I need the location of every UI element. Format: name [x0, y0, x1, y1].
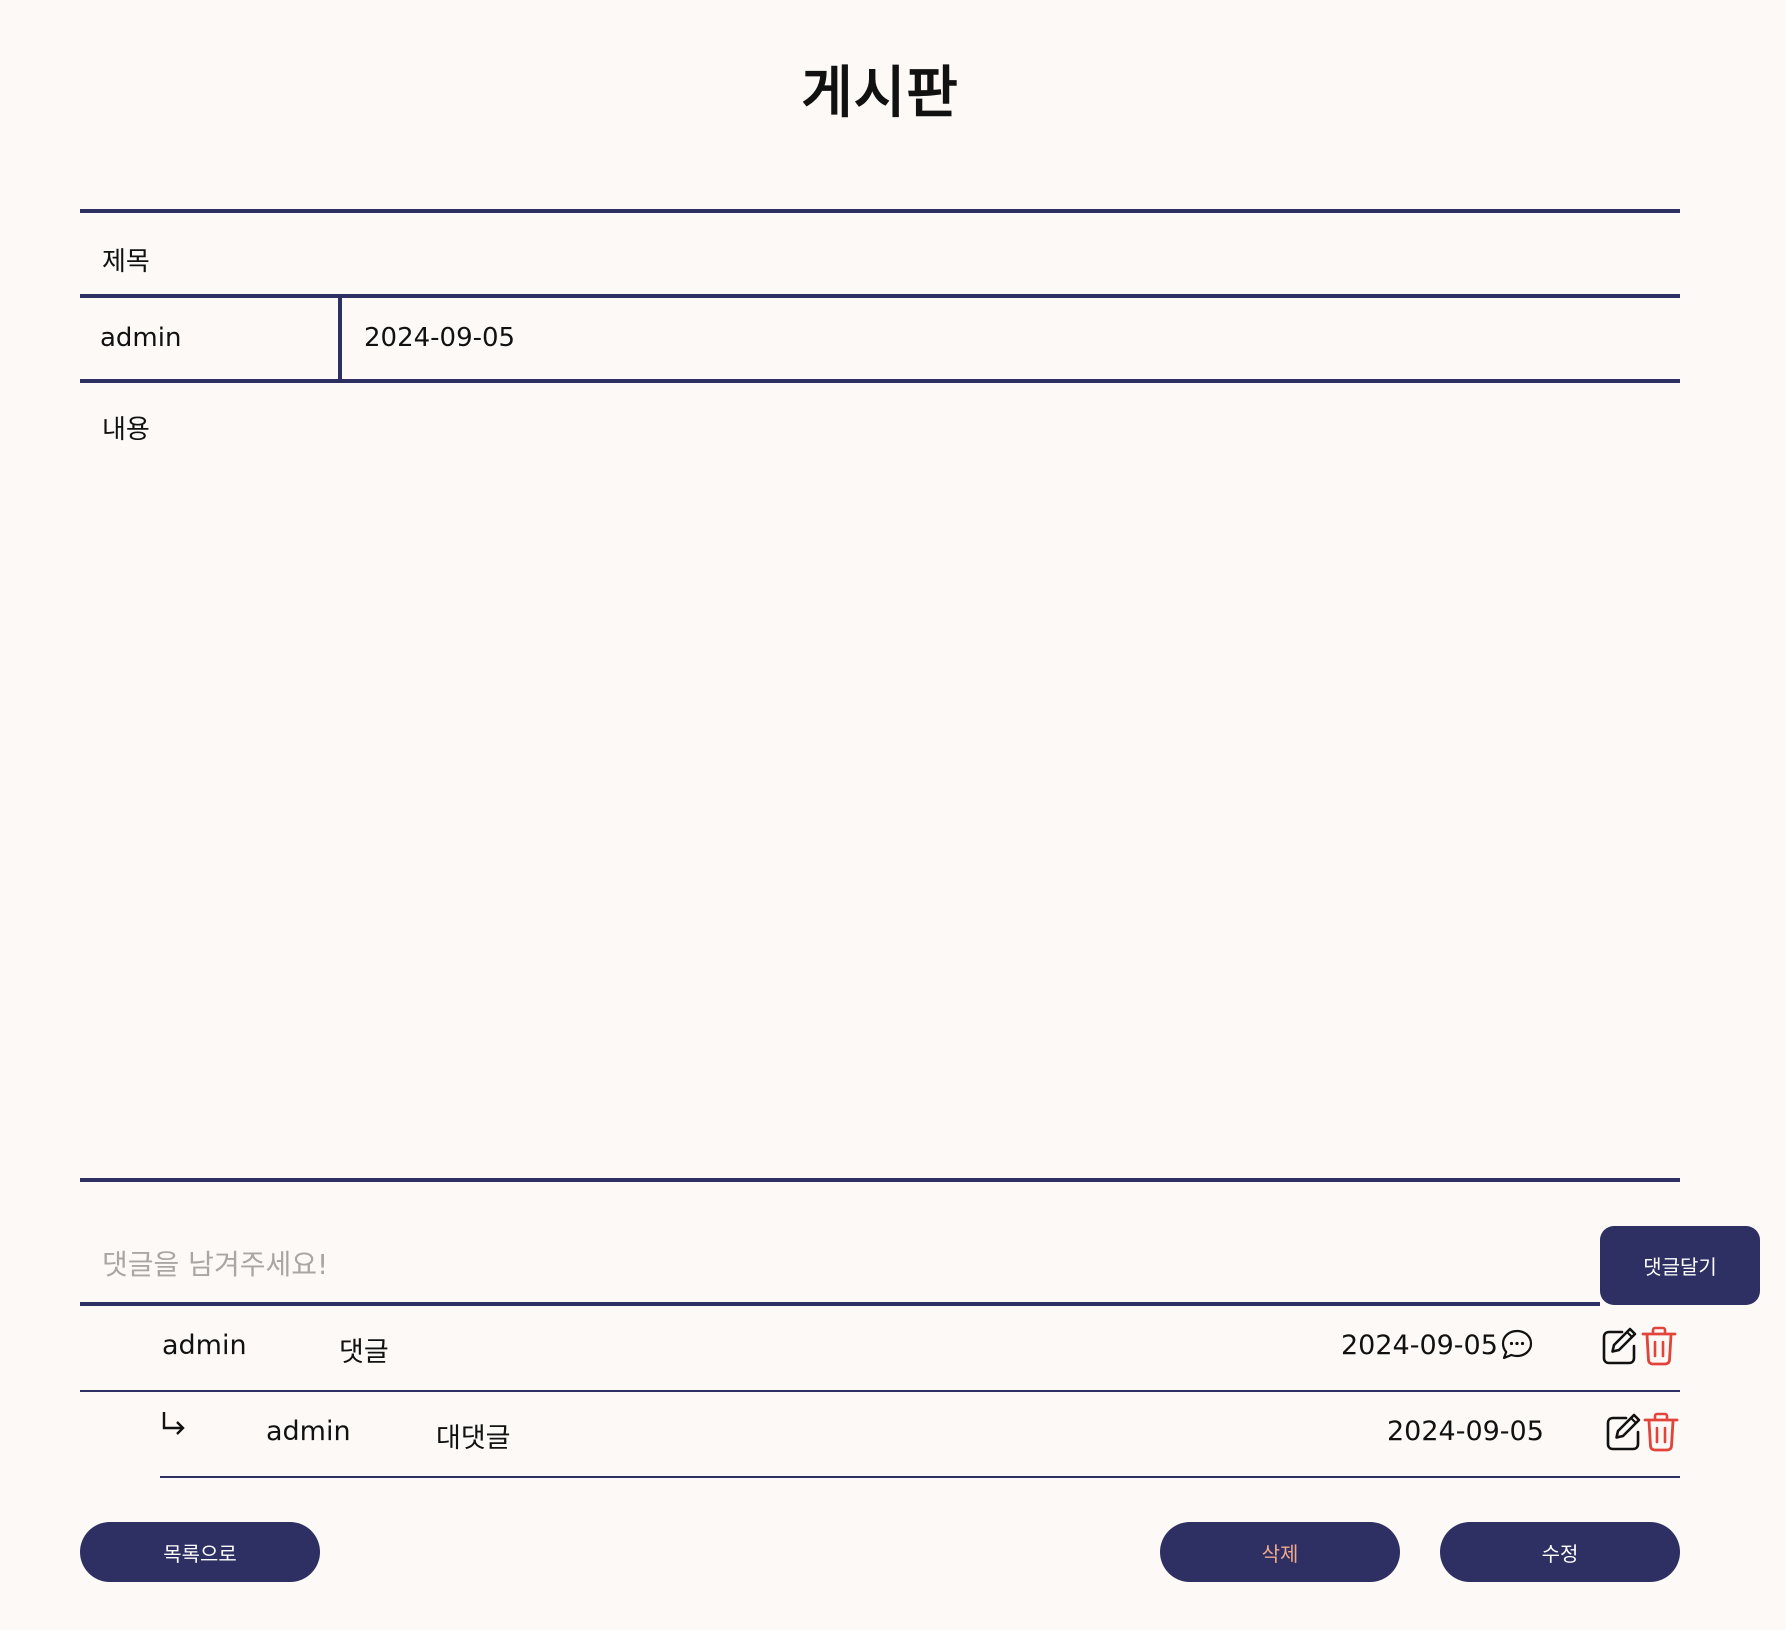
comment-submit-button[interactable]: 댓글달기 [1600, 1226, 1760, 1305]
page-title: 게시판 [801, 61, 959, 126]
comment-input[interactable] [80, 1226, 1600, 1306]
delete-button[interactable]: 삭제 [1160, 1522, 1400, 1582]
post-date: 2024-09-05 [364, 323, 516, 353]
edit-icon[interactable] [1604, 1412, 1642, 1452]
edit-icon[interactable] [1600, 1326, 1638, 1366]
comment-author: admin [162, 1330, 247, 1361]
trash-icon[interactable] [1640, 1326, 1678, 1366]
post-detail: 제목 admin 2024-09-05 내용 [80, 209, 1680, 1182]
post-meta-row: admin 2024-09-05 [80, 294, 1680, 379]
comment-text: 댓글 [339, 1337, 389, 1368]
post-content: 내용 [102, 415, 150, 445]
reply-arrow-icon [160, 1410, 188, 1440]
chat-bubble-icon[interactable] [1500, 1328, 1534, 1362]
post-content-row: 내용 [80, 379, 1680, 1182]
post-title: 제목 [102, 247, 150, 277]
reply-author: admin [266, 1416, 351, 1447]
reply-item: admin 대댓글 2024-09-05 [160, 1392, 1680, 1478]
comment-item: admin 댓글 2024-09-05 [80, 1306, 1680, 1392]
back-to-list-button[interactable]: 목록으로 [80, 1522, 320, 1582]
trash-icon[interactable] [1642, 1412, 1680, 1452]
reply-text: 대댓글 [436, 1423, 511, 1454]
reply-date: 2024-09-05 [1387, 1416, 1544, 1447]
comment-date: 2024-09-05 [1341, 1330, 1498, 1361]
edit-button[interactable]: 수정 [1440, 1522, 1680, 1582]
post-author: admin [80, 298, 342, 379]
comment-form: 댓글달기 [80, 1226, 1760, 1306]
post-title-row: 제목 [80, 209, 1680, 294]
